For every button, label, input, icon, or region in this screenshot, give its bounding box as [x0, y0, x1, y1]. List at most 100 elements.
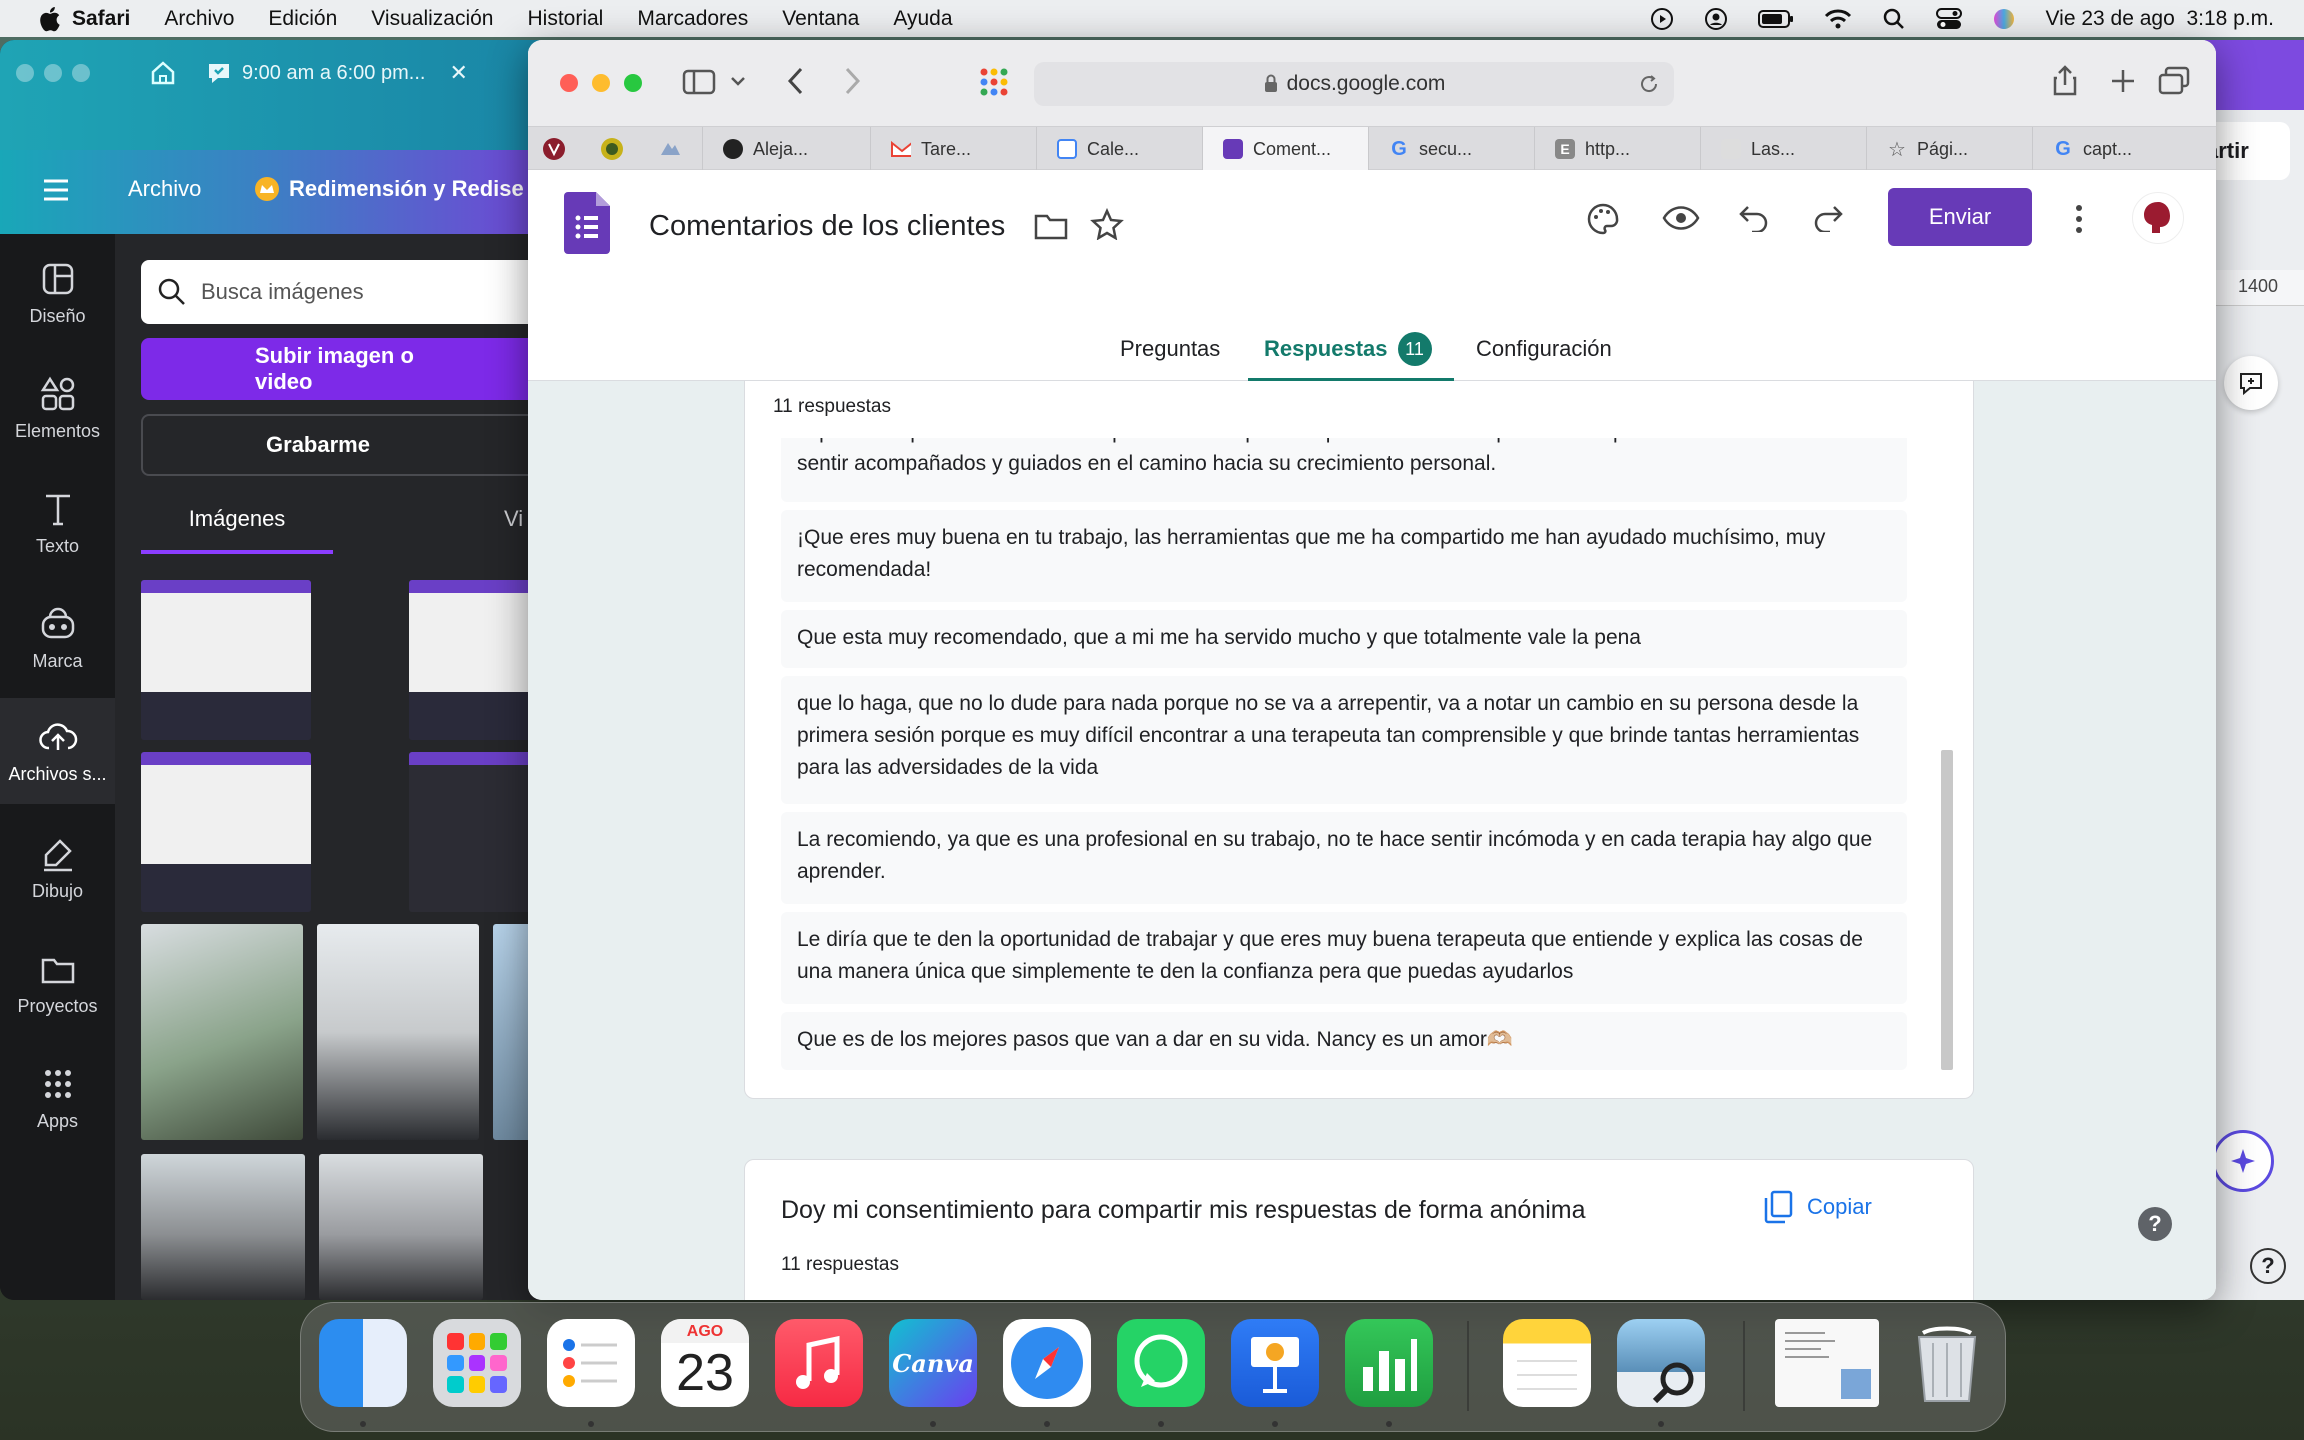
add-comment-icon[interactable]: [2224, 356, 2278, 410]
browser-tab[interactable]: Las...: [1700, 127, 1866, 171]
menu-visualizacion[interactable]: Visualización: [371, 7, 493, 31]
menu-safari[interactable]: Safari: [72, 7, 130, 31]
rail-text[interactable]: Texto: [0, 490, 115, 557]
upload-media-button[interactable]: Subir imagen o video: [141, 338, 540, 400]
browser-tab[interactable]: Aleja...: [702, 127, 870, 171]
control-center-icon[interactable]: [1935, 7, 1962, 31]
responses-scrollbar[interactable]: [1941, 750, 1953, 1070]
browser-tab[interactable]: Gcapt...: [2032, 127, 2216, 171]
finder-icon[interactable]: [319, 1319, 407, 1407]
window-minimize-button[interactable]: [44, 64, 62, 82]
window-zoom-button[interactable]: [624, 74, 642, 92]
image-thumbnail[interactable]: [409, 580, 540, 740]
canva-design-title[interactable]: Redimensión y Redise: [289, 176, 524, 202]
canva-share-button[interactable]: artir: [2204, 122, 2290, 180]
search-icon[interactable]: [1882, 7, 1906, 31]
more-vert-icon[interactable]: [2074, 204, 2084, 234]
responses-list[interactable]: experiencia para contactar con la proble…: [745, 438, 1973, 1078]
forms-logo-icon[interactable]: [564, 192, 610, 254]
undo-icon[interactable]: [1738, 204, 1770, 232]
safari-icon[interactable]: [1003, 1319, 1091, 1407]
pinned-tab-icon[interactable]: [542, 137, 566, 161]
keynote-icon[interactable]: [1231, 1319, 1319, 1407]
preview-eye-icon[interactable]: [1662, 204, 1700, 232]
browser-tab[interactable]: Tare...: [870, 127, 1036, 171]
menu-ventana[interactable]: Ventana: [782, 7, 859, 31]
tab-images[interactable]: Imágenes: [141, 506, 333, 554]
calendar-icon[interactable]: AGO 23: [661, 1319, 749, 1407]
browser-tab[interactable]: Ehttp...: [1534, 127, 1700, 171]
share-icon[interactable]: [2052, 64, 2078, 96]
menubar-clock[interactable]: Vie 23 de ago 3:18 p.m.: [2046, 7, 2274, 31]
palette-icon[interactable]: [1586, 202, 1620, 236]
rail-elements[interactable]: Elementos: [0, 375, 115, 442]
image-thumbnail[interactable]: [141, 752, 311, 912]
pinned-tab-icon[interactable]: [600, 137, 624, 161]
apple-icon[interactable]: [26, 5, 72, 33]
chevron-down-icon[interactable]: [730, 74, 746, 88]
back-icon[interactable]: [786, 66, 806, 96]
canva-icon[interactable]: Canva: [889, 1319, 977, 1407]
numbers-icon[interactable]: [1345, 1319, 1433, 1407]
browser-tab-active[interactable]: Coment...: [1202, 127, 1368, 171]
notes-icon[interactable]: [1503, 1319, 1591, 1407]
help-icon[interactable]: ?: [2250, 1248, 2286, 1284]
window-close-button[interactable]: [560, 74, 578, 92]
rail-brand[interactable]: Marca: [0, 605, 115, 672]
photo-thumbnail[interactable]: [319, 1154, 483, 1300]
tab-overview-icon[interactable]: [2158, 66, 2190, 96]
canva-browser-tab[interactable]: 9:00 am a 6:00 pm... ✕: [206, 50, 506, 96]
copy-chart-button[interactable]: Copiar: [1763, 1190, 1872, 1224]
window-zoom-button[interactable]: [72, 64, 90, 82]
help-icon[interactable]: ?: [2138, 1207, 2172, 1241]
browser-tab[interactable]: ☆ Pági...: [1866, 127, 2032, 171]
home-icon[interactable]: [148, 58, 178, 88]
rail-draw[interactable]: Dibujo: [0, 835, 115, 902]
battery-icon[interactable]: [1757, 9, 1794, 29]
tab-questions[interactable]: Preguntas: [1120, 336, 1220, 362]
send-button[interactable]: Enviar: [1888, 188, 2032, 246]
window-close-button[interactable]: [16, 64, 34, 82]
menu-ayuda[interactable]: Ayuda: [893, 7, 952, 31]
star-icon[interactable]: [1090, 208, 1124, 240]
folder-icon[interactable]: [1034, 210, 1068, 240]
image-thumbnail[interactable]: [141, 580, 311, 740]
new-tab-icon[interactable]: [2110, 68, 2136, 94]
redo-icon[interactable]: [1812, 204, 1844, 232]
window-minimize-button[interactable]: [592, 74, 610, 92]
wifi-icon[interactable]: [1824, 8, 1852, 30]
preview-icon[interactable]: [1617, 1319, 1705, 1407]
reminders-icon[interactable]: [547, 1319, 635, 1407]
tab-videos[interactable]: Vi: [504, 506, 523, 532]
google-apps-icon[interactable]: [978, 66, 1010, 98]
reload-icon[interactable]: [1638, 73, 1660, 95]
sidebar-icon[interactable]: [682, 68, 716, 96]
address-bar[interactable]: docs.google.com: [1034, 62, 1674, 106]
photo-thumbnail[interactable]: [141, 1154, 305, 1300]
siri-icon[interactable]: [1992, 7, 2016, 31]
close-icon[interactable]: ✕: [449, 60, 467, 86]
menu-archivo[interactable]: Archivo: [164, 7, 234, 31]
image-thumbnail[interactable]: [409, 752, 540, 912]
photo-thumbnail[interactable]: [317, 924, 479, 1140]
user-icon[interactable]: [1704, 7, 1728, 31]
browser-tab[interactable]: Gsecu...: [1368, 127, 1534, 171]
rail-uploads[interactable]: Archivos s...: [0, 698, 115, 804]
rail-apps[interactable]: Apps: [0, 1065, 115, 1132]
whatsapp-icon[interactable]: [1117, 1319, 1205, 1407]
menu-edicion[interactable]: Edición: [268, 7, 337, 31]
magic-icon[interactable]: [2212, 1130, 2274, 1192]
rail-design[interactable]: Diseño: [0, 260, 115, 327]
forward-icon[interactable]: [842, 66, 862, 96]
avatar[interactable]: [2132, 192, 2184, 244]
menu-historial[interactable]: Historial: [527, 7, 603, 31]
music-icon[interactable]: [775, 1319, 863, 1407]
tab-responses[interactable]: Respuestas 11: [1248, 320, 1454, 382]
image-search-field[interactable]: Busca imágenes: [141, 260, 540, 324]
photo-thumbnail[interactable]: [141, 924, 303, 1140]
canva-file-menu[interactable]: Archivo: [128, 176, 201, 202]
tab-settings[interactable]: Configuración: [1476, 336, 1612, 362]
document-stack-icon[interactable]: [1775, 1319, 1879, 1407]
trash-icon[interactable]: [1903, 1319, 1991, 1407]
menu-marcadores[interactable]: Marcadores: [637, 7, 748, 31]
